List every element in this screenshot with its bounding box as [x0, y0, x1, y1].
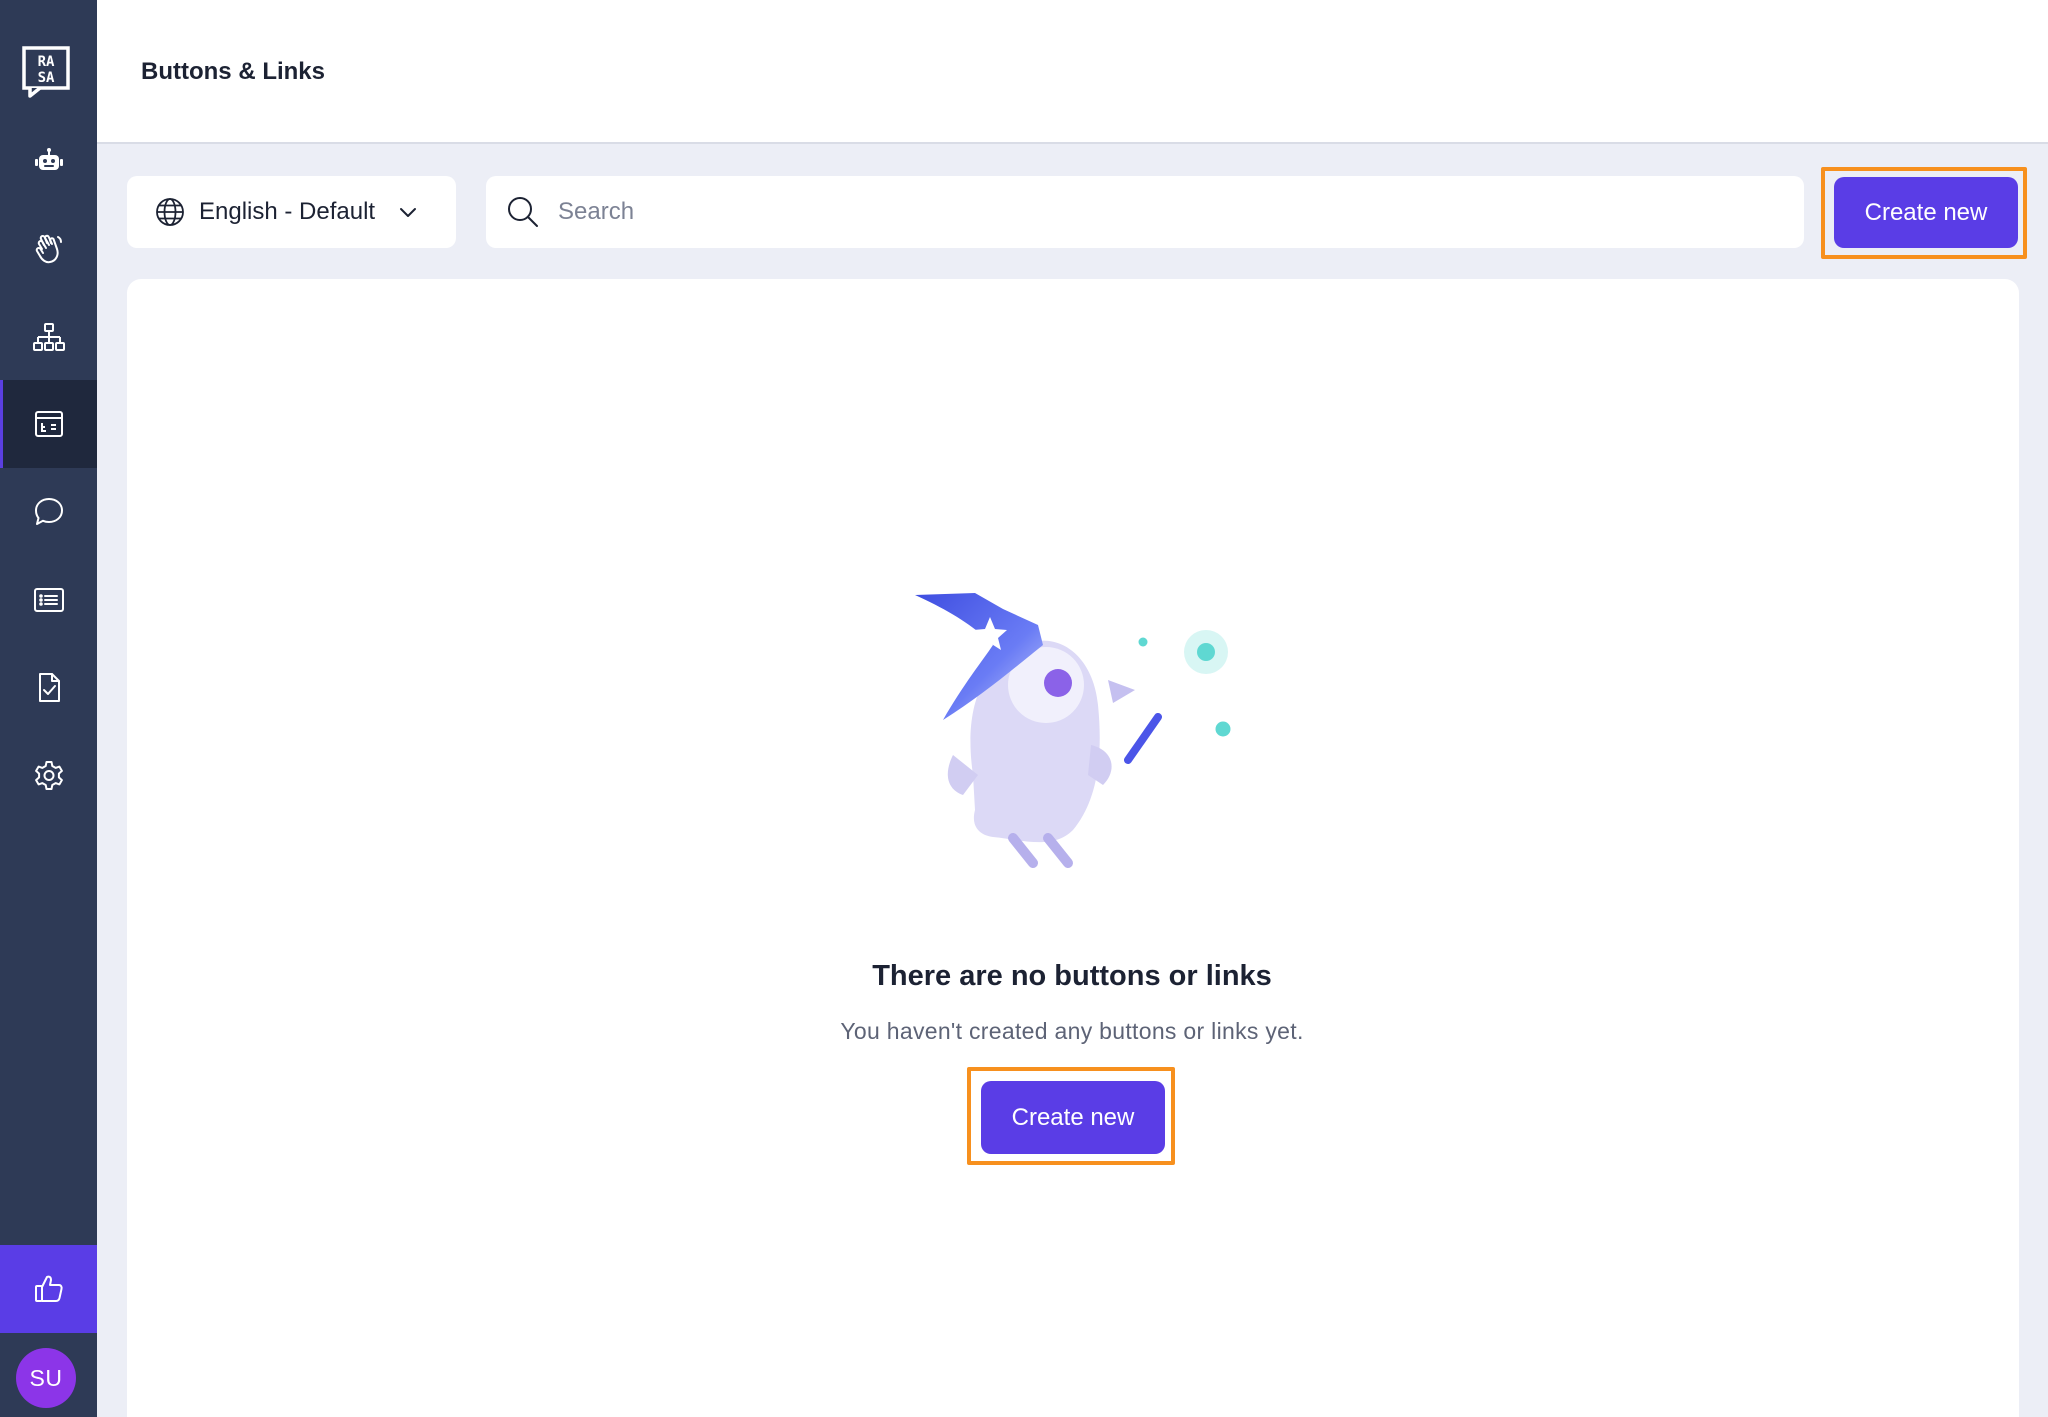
rasa-logo[interactable]: RA SA	[22, 46, 70, 98]
sidebar-item-training-data[interactable]	[0, 556, 97, 644]
responses-icon	[34, 411, 63, 437]
create-new-button-center[interactable]: Create new	[981, 1081, 1165, 1154]
globe-icon	[156, 198, 184, 226]
svg-text:SA: SA	[38, 70, 55, 86]
empty-state-subtitle: You haven't created any buttons or links…	[840, 1018, 1304, 1044]
wave-hand-icon	[35, 234, 62, 264]
empty-state-title: There are no buttons or links	[872, 960, 1272, 992]
app-root: RA SA SU Buttons & Links English - Defau…	[0, 0, 2048, 1417]
sidebar: RA SA SU	[0, 0, 97, 1417]
chevron-down-icon	[400, 208, 417, 217]
sidebar-item-assistant[interactable]	[0, 118, 97, 206]
wizard-bird-illustration	[915, 593, 1231, 868]
user-avatar[interactable]: SU	[16, 1348, 76, 1408]
robot-icon	[34, 148, 63, 170]
sidebar-item-flows[interactable]	[0, 294, 97, 382]
page-header: Buttons & Links	[97, 0, 2048, 144]
thumbs-up-icon	[34, 1275, 63, 1302]
sidebar-item-responses[interactable]	[0, 380, 97, 468]
list-icon	[33, 588, 64, 612]
feedback-button[interactable]	[0, 1245, 97, 1333]
chat-bubble-icon	[34, 498, 63, 525]
svg-text:RA: RA	[38, 54, 55, 70]
create-new-button-top[interactable]: Create new	[1834, 177, 2018, 248]
sidebar-item-greetings[interactable]	[0, 206, 97, 294]
language-select-value: English - Default	[199, 198, 376, 225]
search-box	[486, 176, 1804, 248]
search-icon	[508, 197, 538, 227]
sidebar-item-tests[interactable]	[0, 644, 97, 732]
language-select[interactable]: English - Default	[127, 176, 456, 248]
sidebar-item-conversations[interactable]	[0, 468, 97, 556]
sidebar-item-settings[interactable]	[0, 732, 97, 820]
gear-icon	[34, 761, 63, 790]
document-check-icon	[38, 673, 60, 702]
hierarchy-icon	[32, 323, 65, 351]
page-title: Buttons & Links	[141, 58, 325, 85]
search-input[interactable]	[558, 198, 1758, 226]
